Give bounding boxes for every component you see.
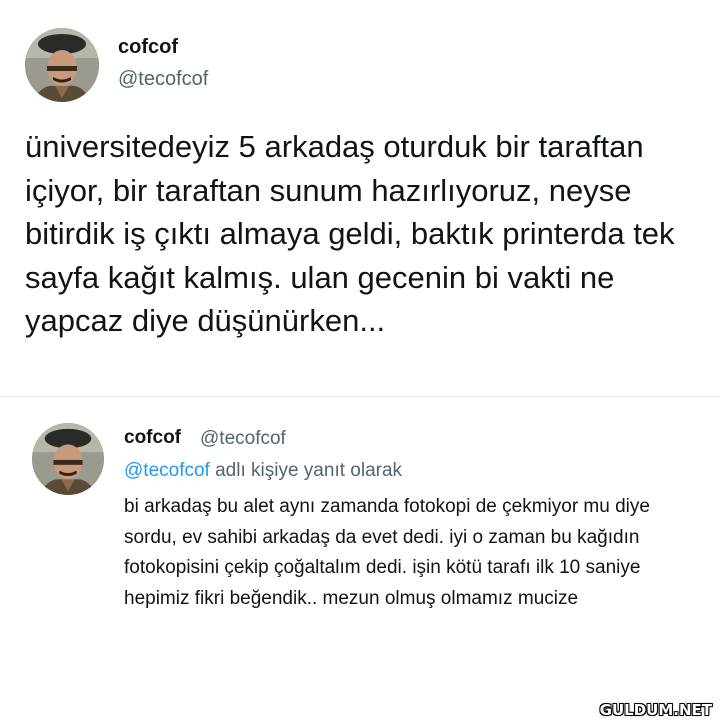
reply-author-display-name[interactable]: cofcof xyxy=(124,427,181,449)
author-display-name[interactable]: cofcof xyxy=(118,36,178,59)
reply-text: bi arkadaş bu alet aynı zamanda fotokopi… xyxy=(124,496,650,609)
reply-author-handle[interactable]: @tecofcof xyxy=(200,428,286,450)
author-handle[interactable]: @tecofcof xyxy=(118,68,208,91)
reply-mention-link[interactable]: @tecofcof xyxy=(124,460,210,481)
profile-avatar[interactable] xyxy=(25,28,99,102)
divider xyxy=(0,396,720,397)
tweet-text: üniversitedeyiz 5 arkadaş oturduk bir ta… xyxy=(25,129,675,338)
avatar-image xyxy=(32,423,104,495)
replying-to-suffix: adlı kişiye yanıt olarak xyxy=(209,460,403,481)
reply-avatar[interactable] xyxy=(32,423,104,495)
replying-to-line: @tecofcof adlı kişiye yanıt olarak xyxy=(124,460,402,482)
avatar-image xyxy=(25,28,99,102)
site-watermark: GULDUM.NET xyxy=(599,701,712,719)
